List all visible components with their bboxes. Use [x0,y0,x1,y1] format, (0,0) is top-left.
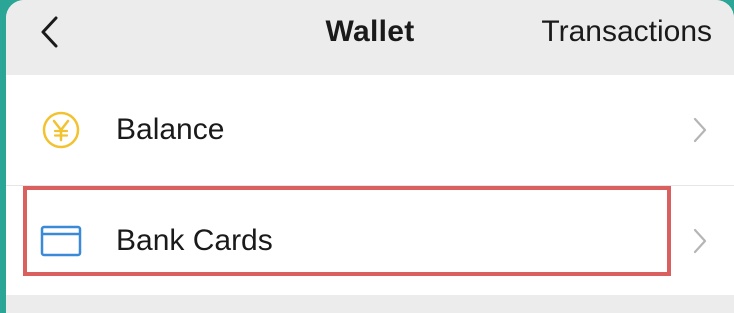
bank-card-icon [40,220,82,262]
list-item-bank-cards[interactable]: Bank Cards [6,185,734,296]
wallet-menu-list: Balance Bank Cards [6,75,734,296]
list-item-label: Balance [116,113,225,146]
wallet-screen: Wallet Transactions Balance Bank Cards [6,0,734,313]
list-item-balance[interactable]: Balance [6,75,734,185]
transactions-link[interactable]: Transactions [541,14,712,50]
chevron-right-icon [690,115,710,145]
nav-header: Wallet Transactions [6,0,734,73]
chevron-right-icon [690,226,710,256]
bottom-divider-strip [6,295,734,313]
list-item-label: Bank Cards [116,224,273,257]
yen-coin-icon [40,109,82,151]
